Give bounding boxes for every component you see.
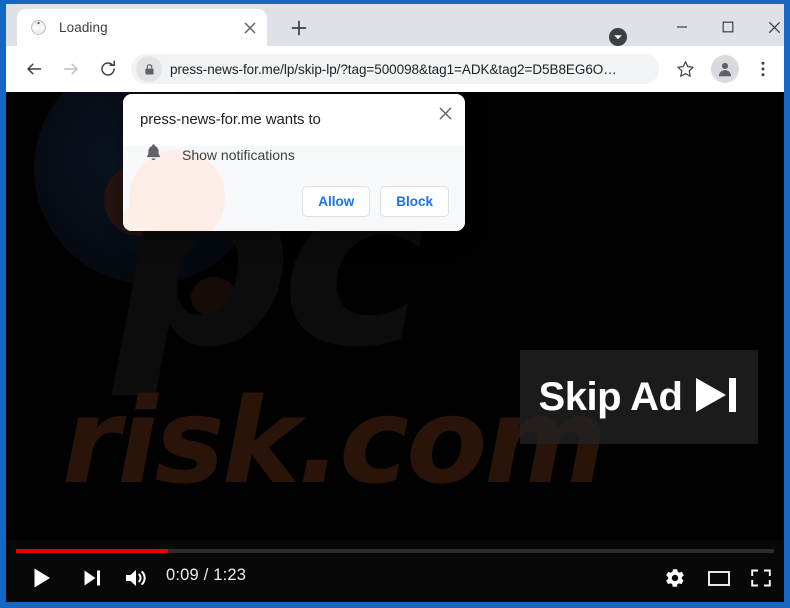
reload-button[interactable] (94, 55, 122, 83)
volume-icon[interactable] (122, 564, 152, 592)
browser-window-frame: Loading press-news-for.me/lp/skip-lp/?ta… (0, 0, 790, 608)
tab-title: Loading (59, 20, 108, 35)
video-progress-bar[interactable] (16, 549, 774, 553)
globe-icon (30, 19, 47, 36)
browser-window: Loading press-news-for.me/lp/skip-lp/?ta… (6, 4, 784, 602)
browser-menu-button[interactable] (751, 55, 775, 83)
forward-button[interactable] (57, 55, 85, 83)
play-button[interactable] (28, 564, 56, 592)
address-bar-url[interactable]: press-news-for.me/lp/skip-lp/?tag=500098… (170, 62, 617, 77)
notification-permission-dialog[interactable]: press-news-for.me wants to Show notifica… (123, 94, 465, 231)
next-video-button[interactable] (78, 564, 106, 592)
lock-icon[interactable] (136, 56, 162, 82)
address-bar[interactable]: press-news-for.me/lp/skip-lp/?tag=500098… (131, 54, 659, 84)
tab-strip: Loading (6, 4, 784, 46)
profile-avatar[interactable] (711, 55, 739, 83)
dialog-actions: Allow Block (302, 186, 449, 217)
fullscreen-icon[interactable] (747, 564, 775, 592)
browser-toolbar: press-news-for.me/lp/skip-lp/?tag=500098… (6, 46, 784, 92)
window-close-button[interactable] (751, 12, 784, 42)
skip-ad-button[interactable]: Skip Ad (520, 350, 758, 444)
video-control-bar: 0:09 / 1:23 (6, 540, 784, 602)
gear-icon[interactable] (661, 564, 689, 592)
permission-label: Show notifications (182, 147, 295, 163)
bell-icon (145, 143, 162, 167)
back-button[interactable] (20, 55, 48, 83)
page-viewport: pc risk.com Skip Ad 0:09 / 1:23 press-ne… (6, 92, 784, 602)
browser-tab[interactable]: Loading (17, 9, 267, 46)
tab-search-button[interactable] (607, 26, 629, 48)
close-icon[interactable] (241, 19, 259, 37)
bookmark-star-icon[interactable] (671, 55, 699, 83)
skip-ad-label: Skip Ad (538, 375, 683, 419)
dialog-content: press-news-for.me wants to Show notifica… (123, 94, 465, 231)
video-time-display: 0:09 / 1:23 (166, 566, 247, 584)
block-button[interactable]: Block (380, 186, 449, 217)
window-maximize-button[interactable] (705, 12, 751, 42)
allow-button[interactable]: Allow (302, 186, 371, 217)
dialog-close-icon[interactable] (434, 102, 456, 124)
new-tab-button[interactable] (287, 16, 311, 40)
skip-next-icon (693, 375, 739, 420)
permission-row: Show notifications (145, 143, 295, 167)
window-minimize-button[interactable] (659, 12, 705, 42)
theater-mode-icon[interactable] (705, 564, 733, 592)
video-progress-played (16, 549, 168, 553)
dialog-title: press-news-for.me wants to (140, 111, 321, 128)
